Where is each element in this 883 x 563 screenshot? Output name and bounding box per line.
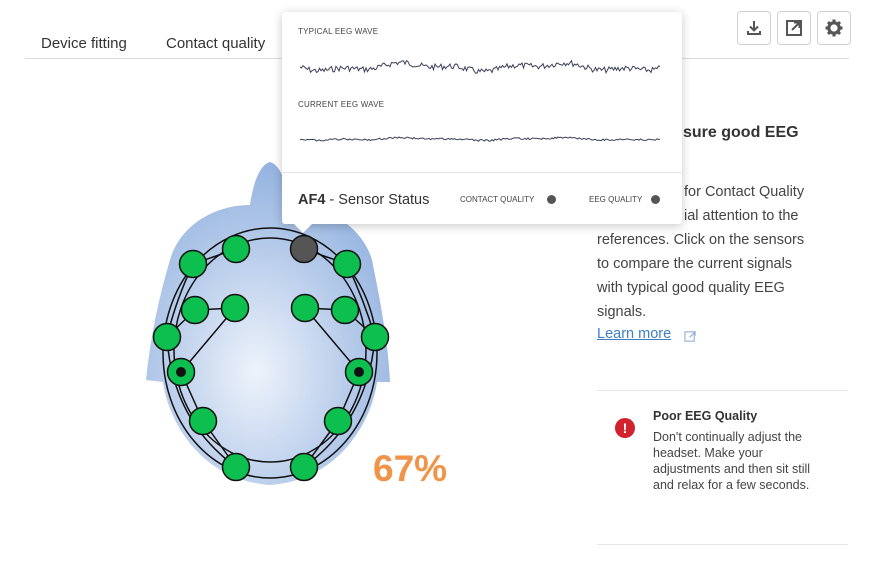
sensor-status-suffix: - Sensor Status bbox=[325, 192, 430, 208]
contact-quality-percent: 67% bbox=[373, 448, 448, 489]
download-icon bbox=[747, 21, 761, 35]
alert-body: Don't continually adjust the headset. Ma… bbox=[653, 430, 811, 492]
sensor-t8[interactable] bbox=[360, 322, 390, 352]
eeg-quality-indicator bbox=[651, 195, 660, 204]
popup-divider bbox=[282, 172, 682, 173]
external-link-icon[interactable] bbox=[684, 330, 697, 343]
sensor-af4[interactable] bbox=[289, 234, 319, 264]
eeg-quality-label: EEG QUALITY bbox=[589, 195, 643, 204]
typical-wave-label: TYPICAL EEG WAVE bbox=[298, 27, 379, 36]
sensor-af3[interactable] bbox=[221, 234, 251, 264]
typical-eeg-wave bbox=[300, 59, 661, 75]
learn-more-link[interactable]: Learn more bbox=[597, 326, 671, 342]
current-eeg-wave bbox=[300, 136, 661, 142]
sensor-p8[interactable] bbox=[323, 406, 353, 436]
external-link-icon bbox=[786, 20, 802, 36]
download-button[interactable] bbox=[737, 11, 771, 45]
divider bbox=[597, 544, 848, 545]
info-heading: sure good EEG bbox=[683, 124, 799, 141]
sensor-t7[interactable] bbox=[152, 322, 182, 352]
alert-icon: ! bbox=[615, 418, 635, 438]
sensor-fc5[interactable] bbox=[220, 293, 250, 323]
tab-contact-quality[interactable]: Contact quality bbox=[166, 35, 265, 52]
current-wave-label: CURRENT EEG WAVE bbox=[298, 100, 385, 109]
reference-sensor-dot bbox=[176, 367, 186, 377]
alert-title: Poor EEG Quality bbox=[653, 409, 758, 423]
sensor-o1[interactable] bbox=[221, 452, 251, 482]
sensor-o2[interactable] bbox=[289, 452, 319, 482]
sensor-f4[interactable] bbox=[330, 295, 360, 325]
settings-button[interactable] bbox=[817, 11, 851, 45]
sensor-p7[interactable] bbox=[188, 406, 218, 436]
sensor-status-title: AF4 - Sensor Status bbox=[298, 192, 429, 208]
sensor-status-popup: TYPICAL EEG WAVE CURRENT EEG WAVE AF4 - … bbox=[282, 12, 682, 224]
open-external-button[interactable] bbox=[777, 11, 811, 45]
info-line: references. Click on the sensors bbox=[597, 232, 805, 248]
contact-quality-label: CONTACT QUALITY bbox=[460, 195, 535, 204]
popup-pointer bbox=[294, 224, 312, 233]
info-line: signals. bbox=[597, 304, 647, 320]
reference-sensor-dot bbox=[354, 367, 364, 377]
sensor-f3[interactable] bbox=[180, 295, 210, 325]
tab-device-fitting[interactable]: Device fitting bbox=[41, 35, 127, 52]
info-line: with typical good quality EEG bbox=[597, 280, 785, 296]
sensor-f7[interactable] bbox=[178, 249, 208, 279]
sensor-f8[interactable] bbox=[332, 249, 362, 279]
gear-icon bbox=[825, 19, 843, 37]
sensor-fc6[interactable] bbox=[290, 293, 320, 323]
contact-quality-indicator bbox=[547, 195, 556, 204]
info-line: to compare the current signals bbox=[597, 256, 793, 272]
divider bbox=[597, 390, 848, 391]
sensor-name: AF4 bbox=[298, 192, 326, 208]
